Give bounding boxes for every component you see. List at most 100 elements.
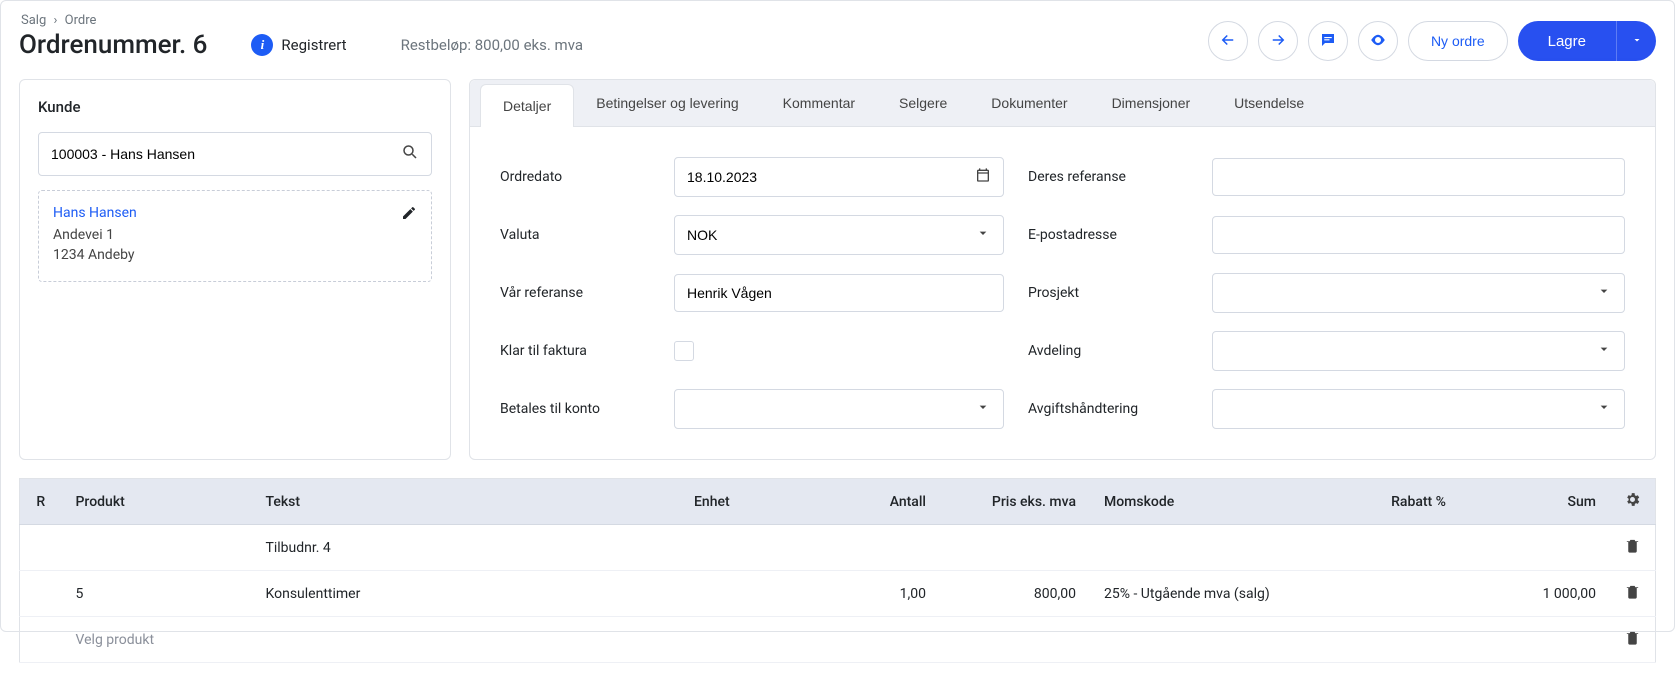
back-button[interactable] bbox=[1208, 21, 1248, 61]
th-rabatt: Rabatt % bbox=[1360, 479, 1460, 525]
select-betales-konto[interactable] bbox=[674, 389, 1004, 429]
input-epost[interactable] bbox=[1212, 216, 1625, 254]
table-row[interactable]: Velg produkt bbox=[20, 617, 1656, 663]
tab-kommentar[interactable]: Kommentar bbox=[761, 80, 877, 126]
cell-tekst[interactable] bbox=[252, 617, 681, 663]
kunde-card: Kunde Hans Hansen Andevei 1 1234 Andeby bbox=[19, 79, 451, 460]
customer-name-link[interactable]: Hans Hansen bbox=[53, 205, 417, 221]
status-text: Registrert bbox=[281, 36, 346, 54]
customer-address-1: Andevei 1 bbox=[53, 227, 417, 243]
cell-enhet[interactable] bbox=[680, 525, 810, 571]
chevron-down-icon bbox=[975, 225, 991, 245]
gear-icon bbox=[1624, 496, 1641, 512]
select-avdeling[interactable] bbox=[1212, 331, 1625, 371]
cell-r[interactable] bbox=[20, 617, 62, 663]
cell-produkt[interactable]: 5 bbox=[62, 571, 252, 617]
delete-row-button[interactable] bbox=[1610, 617, 1656, 663]
tabs: Detaljer Betingelser og levering Komment… bbox=[470, 80, 1655, 127]
breadcrumb-salg[interactable]: Salg bbox=[21, 13, 46, 28]
th-produkt: Produkt bbox=[62, 479, 252, 525]
customer-search-field[interactable] bbox=[38, 132, 432, 176]
tab-dokumenter[interactable]: Dokumenter bbox=[969, 80, 1089, 126]
checkbox-klar-faktura-wrap bbox=[674, 341, 1004, 361]
cell-r[interactable] bbox=[20, 571, 62, 617]
th-pris: Pris eks. mva bbox=[940, 479, 1090, 525]
breadcrumb-ordre[interactable]: Ordre bbox=[65, 13, 97, 28]
select-prosjekt[interactable] bbox=[1212, 273, 1625, 313]
avdeling-value[interactable] bbox=[1225, 343, 1596, 359]
cell-sum[interactable] bbox=[1460, 525, 1610, 571]
details-form: Ordredato Deres referanse Valuta E-posta… bbox=[470, 127, 1655, 459]
cell-produkt-placeholder[interactable]: Velg produkt bbox=[62, 617, 252, 663]
th-gear[interactable] bbox=[1610, 479, 1656, 525]
cell-antall[interactable] bbox=[810, 617, 940, 663]
info-icon: i bbox=[251, 34, 273, 56]
input-deres-referanse[interactable] bbox=[1212, 158, 1625, 196]
preview-button[interactable] bbox=[1358, 21, 1398, 61]
delete-row-button[interactable] bbox=[1610, 525, 1656, 571]
cell-sum[interactable]: 1 000,00 bbox=[1460, 571, 1610, 617]
tab-detaljer[interactable]: Detaljer bbox=[480, 84, 574, 127]
tab-selgere[interactable]: Selgere bbox=[877, 80, 969, 126]
cell-pris[interactable] bbox=[940, 525, 1090, 571]
th-sum: Sum bbox=[1460, 479, 1610, 525]
forward-button[interactable] bbox=[1258, 21, 1298, 61]
cell-moms[interactable] bbox=[1090, 525, 1360, 571]
input-ordredato[interactable] bbox=[674, 157, 1004, 197]
cell-rabatt[interactable] bbox=[1360, 525, 1460, 571]
delete-row-button[interactable] bbox=[1610, 571, 1656, 617]
label-deres-referanse: Deres referanse bbox=[1028, 169, 1188, 185]
avgift-value[interactable] bbox=[1225, 401, 1596, 417]
chevron-down-icon bbox=[1596, 399, 1612, 419]
cell-rabatt[interactable] bbox=[1360, 617, 1460, 663]
ordredato-input[interactable] bbox=[687, 169, 975, 185]
cell-pris[interactable] bbox=[940, 617, 1090, 663]
edit-customer-button[interactable] bbox=[401, 205, 417, 225]
cell-produkt[interactable] bbox=[62, 525, 252, 571]
input-var-referanse[interactable] bbox=[674, 274, 1004, 312]
comment-button[interactable] bbox=[1308, 21, 1348, 61]
th-enhet: Enhet bbox=[680, 479, 810, 525]
table-header-row: R Produkt Tekst Enhet Antall Pris eks. m… bbox=[20, 479, 1656, 525]
prosjekt-value[interactable] bbox=[1225, 285, 1596, 301]
var-referanse-input[interactable] bbox=[687, 285, 991, 301]
title-block: Salg › Ordre Ordrenummer. 6 bbox=[19, 13, 207, 60]
order-lines-table-wrap: R Produkt Tekst Enhet Antall Pris eks. m… bbox=[1, 478, 1674, 681]
chevron-down-icon bbox=[1596, 341, 1612, 361]
page-header: Salg › Ordre Ordrenummer. 6 i Registrert… bbox=[1, 1, 1674, 79]
table-row[interactable]: 5 Konsulenttimer 1,00 800,00 25% - Utgåe… bbox=[20, 571, 1656, 617]
cell-moms[interactable] bbox=[1090, 617, 1360, 663]
cell-pris[interactable]: 800,00 bbox=[940, 571, 1090, 617]
customer-search-input[interactable] bbox=[51, 146, 401, 162]
label-avgift: Avgiftshåndtering bbox=[1028, 401, 1188, 417]
cell-tekst[interactable]: Tilbudnr. 4 bbox=[252, 525, 681, 571]
tab-utsendelse[interactable]: Utsendelse bbox=[1212, 80, 1326, 126]
betales-value[interactable] bbox=[687, 401, 975, 417]
table-row[interactable]: Tilbudnr. 4 bbox=[20, 525, 1656, 571]
cell-antall[interactable]: 1,00 bbox=[810, 571, 940, 617]
label-avdeling: Avdeling bbox=[1028, 343, 1188, 359]
tab-betingelser[interactable]: Betingelser og levering bbox=[574, 80, 760, 126]
cell-sum[interactable] bbox=[1460, 617, 1610, 663]
tab-dimensjoner[interactable]: Dimensjoner bbox=[1090, 80, 1213, 126]
select-valuta[interactable] bbox=[674, 215, 1004, 255]
cell-enhet[interactable] bbox=[680, 617, 810, 663]
epost-input[interactable] bbox=[1225, 227, 1612, 243]
search-icon bbox=[401, 143, 419, 165]
rest-amount: Restbeløp: 800,00 eks. mva bbox=[401, 36, 583, 54]
new-order-button[interactable]: Ny ordre bbox=[1408, 21, 1508, 61]
cell-enhet[interactable] bbox=[680, 571, 810, 617]
checkbox-klar-faktura[interactable] bbox=[674, 341, 694, 361]
label-var-referanse: Vår referanse bbox=[500, 285, 650, 301]
select-avgift[interactable] bbox=[1212, 389, 1625, 429]
chevron-down-icon bbox=[1631, 34, 1643, 49]
cell-tekst[interactable]: Konsulenttimer bbox=[252, 571, 681, 617]
save-button[interactable]: Lagre bbox=[1518, 21, 1616, 61]
deres-referanse-input[interactable] bbox=[1225, 169, 1612, 185]
cell-r[interactable] bbox=[20, 525, 62, 571]
cell-rabatt[interactable] bbox=[1360, 571, 1460, 617]
cell-moms[interactable]: 25% - Utgående mva (salg) bbox=[1090, 571, 1360, 617]
valuta-value[interactable] bbox=[687, 227, 975, 243]
save-dropdown-toggle[interactable] bbox=[1616, 21, 1656, 61]
cell-antall[interactable] bbox=[810, 525, 940, 571]
